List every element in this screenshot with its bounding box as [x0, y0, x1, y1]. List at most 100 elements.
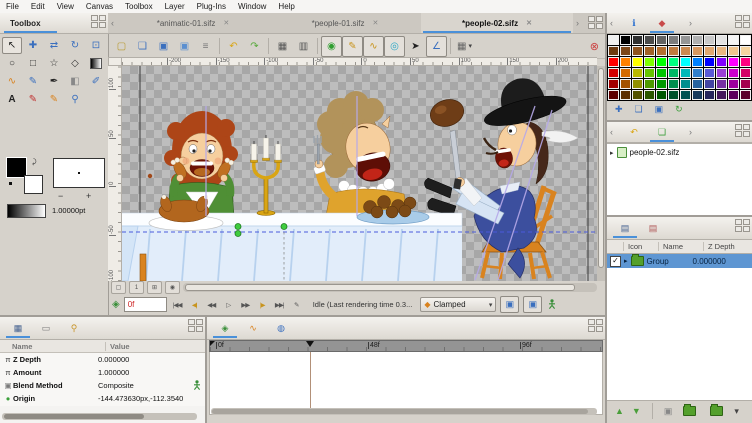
- scale-tool[interactable]: ⊡: [86, 37, 106, 54]
- palette-swatch[interactable]: [740, 57, 751, 67]
- eyedrop-tool[interactable]: ✐: [86, 73, 106, 90]
- palette-grip[interactable]: [735, 15, 750, 28]
- palette-swatch[interactable]: [728, 90, 739, 100]
- palette-swatch[interactable]: [632, 46, 643, 56]
- menu-window[interactable]: Window: [232, 2, 272, 11]
- palette-swatch[interactable]: [656, 46, 667, 56]
- tab-people-01sifz[interactable]: *people-01.sifz✕: [269, 13, 421, 33]
- palette-tab[interactable]: ◆: [652, 15, 672, 31]
- palette-swatch[interactable]: [656, 68, 667, 78]
- palette-swatch[interactable]: [632, 35, 643, 45]
- column-zdepth[interactable]: Z Depth: [703, 242, 752, 251]
- group-layer-button[interactable]: [683, 406, 696, 416]
- param-value[interactable]: Composite: [93, 381, 193, 390]
- palette-tabs-left-button[interactable]: ‹: [607, 18, 616, 28]
- palette-swatch[interactable]: [644, 68, 655, 78]
- palette-swatch[interactable]: [740, 35, 751, 45]
- toggle-vertex-handles-button[interactable]: ✎: [342, 36, 363, 57]
- palette-swatch[interactable]: [644, 57, 655, 67]
- expander-icon[interactable]: ▸: [610, 149, 614, 157]
- seek-end-button[interactable]: ▶▶|: [271, 297, 288, 312]
- palette-swatch[interactable]: [644, 35, 655, 45]
- param-value[interactable]: 0.000000: [93, 355, 205, 364]
- stop-button[interactable]: ⊗: [590, 40, 599, 53]
- seek-next-keyframe-button[interactable]: |▶: [254, 297, 271, 312]
- tabs-scroll-right-button[interactable]: ›: [573, 18, 582, 28]
- params-horizontal-scrollbar[interactable]: [2, 413, 197, 420]
- undo-button[interactable]: ↶: [223, 36, 244, 57]
- play-button[interactable]: ▷: [220, 297, 237, 312]
- palette-swatch[interactable]: [692, 68, 703, 78]
- palette-swatch[interactable]: [704, 35, 715, 45]
- canvas-viewport[interactable]: [122, 66, 597, 281]
- palette-swatch[interactable]: [668, 68, 679, 78]
- timetrack-ruler[interactable]: 0f48f96f: [209, 340, 603, 352]
- palette-swatch[interactable]: [728, 35, 739, 45]
- palette-tabs-right-button[interactable]: ›: [686, 18, 695, 28]
- palette-swatch[interactable]: [632, 68, 643, 78]
- palette-swatch[interactable]: [632, 57, 643, 67]
- info-tab[interactable]: ℹ: [624, 15, 644, 31]
- palette-swatch[interactable]: [608, 79, 619, 89]
- circle-tool[interactable]: ○: [2, 55, 22, 72]
- tab-animatic-01sifz[interactable]: *animatic-01.sifz✕: [117, 13, 269, 33]
- lock-past-keyframe-button[interactable]: ▣: [500, 296, 519, 313]
- palette-swatch[interactable]: [704, 57, 715, 67]
- palette-swatch[interactable]: [692, 46, 703, 56]
- menu-plugins[interactable]: Plug-Ins: [191, 2, 232, 11]
- curves-tab[interactable]: ∿: [243, 320, 263, 336]
- star-tool[interactable]: ☆: [44, 55, 64, 72]
- brush-tool[interactable]: ✒: [44, 73, 64, 90]
- palette-swatch[interactable]: [728, 57, 739, 67]
- draw-tool[interactable]: ✎: [23, 73, 43, 90]
- background-color-swatch[interactable]: [24, 175, 43, 194]
- param-row[interactable]: ●Origin-144.473630px,-112.3540: [0, 392, 205, 405]
- palette-swatch[interactable]: [608, 57, 619, 67]
- palette-swatch[interactable]: [668, 90, 679, 100]
- seek-next-frame-button[interactable]: ▶▶: [237, 297, 254, 312]
- palette-swatch[interactable]: [728, 68, 739, 78]
- layers-grip[interactable]: [735, 219, 750, 232]
- save-palette-button[interactable]: ▣: [655, 104, 664, 115]
- layer-menu-caret[interactable]: ▾: [734, 406, 739, 417]
- lower-layer-button[interactable]: ▼: [632, 406, 641, 416]
- toggle-background-button[interactable]: ▢: [111, 281, 126, 294]
- palette-swatch[interactable]: [608, 35, 619, 45]
- zoom-tool[interactable]: ⚲: [65, 91, 85, 108]
- palette-swatch[interactable]: [728, 46, 739, 56]
- text-tool[interactable]: A: [2, 91, 22, 108]
- animate-pen-button[interactable]: ✎: [288, 297, 305, 312]
- palette-swatch[interactable]: [608, 46, 619, 56]
- save-as-button[interactable]: ▣: [174, 36, 195, 57]
- palette-swatch[interactable]: [692, 35, 703, 45]
- save-all-button[interactable]: ≡: [195, 36, 216, 57]
- sets-tab[interactable]: ▤: [643, 220, 663, 236]
- keyframes-tab[interactable]: ⚲: [64, 320, 84, 336]
- palette-swatch[interactable]: [680, 68, 691, 78]
- toggle-radius-handles-button[interactable]: ◎: [384, 36, 405, 57]
- library-tab[interactable]: ◍: [271, 320, 291, 336]
- canvas-grip[interactable]: [588, 16, 603, 29]
- palette-swatch[interactable]: [680, 57, 691, 67]
- brush-size-increase-button[interactable]: +: [86, 191, 91, 201]
- save-file-button[interactable]: ▣: [153, 36, 174, 57]
- palette-swatch[interactable]: [632, 79, 643, 89]
- mirror-tool[interactable]: ⇄: [44, 37, 64, 54]
- palette-swatch[interactable]: [656, 35, 667, 45]
- palette-swatch[interactable]: [656, 79, 667, 89]
- brush-size-value[interactable]: 1.00000pt: [52, 206, 85, 215]
- palette-swatch[interactable]: [668, 79, 679, 89]
- menu-canvas[interactable]: Canvas: [80, 2, 119, 11]
- fit-canvas-button[interactable]: ⊞: [147, 281, 162, 294]
- palette-swatch[interactable]: [656, 57, 667, 67]
- palette-swatch[interactable]: [668, 35, 679, 45]
- layers-tab[interactable]: ▤: [615, 220, 635, 236]
- params-column-headers[interactable]: Name Value: [0, 340, 205, 353]
- param-row[interactable]: ▣Blend MethodComposite: [0, 379, 205, 392]
- toggle-position-handles-button[interactable]: ◉: [321, 36, 342, 57]
- column-name[interactable]: Name: [658, 242, 703, 251]
- palette-swatch[interactable]: [716, 46, 727, 56]
- browser-tabs-right-button[interactable]: ›: [686, 127, 695, 137]
- palette-swatch[interactable]: [608, 90, 619, 100]
- time-cursor[interactable]: [306, 341, 314, 347]
